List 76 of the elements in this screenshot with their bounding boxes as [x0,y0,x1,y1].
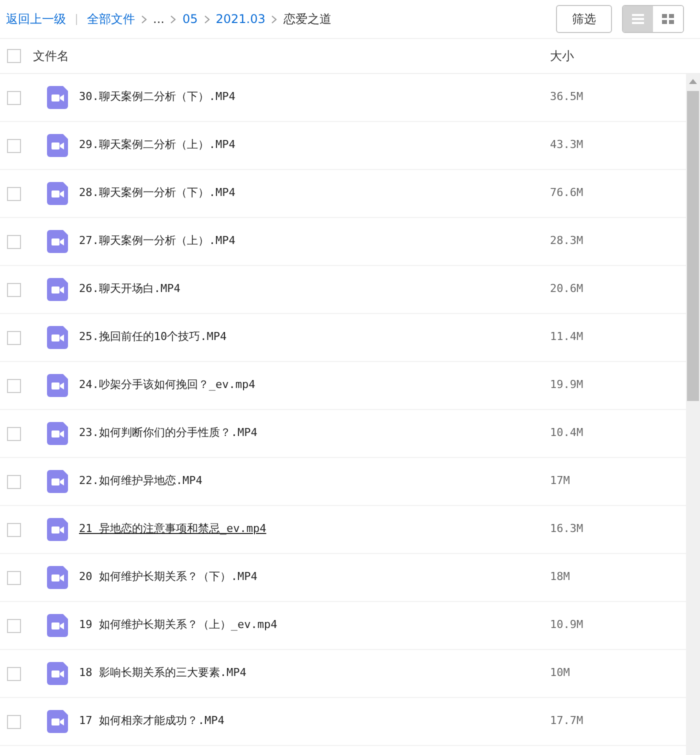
video-file-icon [47,374,68,397]
row-checkbox[interactable] [7,474,21,488]
file-size: 10M [550,665,570,682]
scrollbar-thumb[interactable] [687,91,699,401]
video-file-icon [47,326,68,349]
row-checkbox[interactable] [7,522,21,536]
file-name-link[interactable]: 29.聊天案例二分析（上）.MP4 [79,137,236,154]
file-size: 18M [550,569,570,586]
video-file-icon [47,422,68,445]
breadcrumb-ellipsis[interactable]: ... [153,10,164,28]
video-file-icon [47,134,68,157]
row-checkbox[interactable] [7,426,21,440]
file-name-link[interactable]: 26.聊天开场白.MP4 [79,281,180,298]
file-size: 17.7M [550,713,584,730]
row-checkbox[interactable] [7,570,21,584]
video-file-icon [47,278,68,301]
file-size: 10.9M [550,617,584,634]
row-checkbox[interactable] [7,666,21,680]
row-checkbox[interactable] [7,714,21,728]
video-file-icon [47,614,68,637]
file-size: 16.3M [550,521,584,538]
chevron-icon [170,14,176,24]
file-size: 28.3M [550,233,584,250]
file-name-link[interactable]: 22.如何维护异地恋.MP4 [79,473,202,490]
file-name-link[interactable]: 30.聊天案例二分析（下）.MP4 [79,89,236,106]
video-file-icon [47,230,68,253]
chevron-icon [271,14,278,24]
file-name-link[interactable]: 28.聊天案例一分析（下）.MP4 [79,185,236,202]
scroll-up-icon[interactable] [689,78,697,84]
file-size: 76.6M [550,185,584,202]
file-size: 43.3M [550,137,584,154]
file-name-link[interactable]: 21 异地恋的注意事项和禁忌_ev.mp4 [79,521,266,538]
column-header: 大小 [550,48,574,65]
video-file-icon [47,710,68,733]
row-checkbox[interactable] [7,330,21,344]
video-file-icon [47,662,68,685]
list-icon [632,14,644,24]
video-file-icon [47,518,68,541]
row-checkbox[interactable] [7,234,21,248]
file-size: 20.6M [550,281,584,298]
row-checkbox[interactable] [7,282,21,296]
breadcrumb-link[interactable]: 2021.03 [216,10,266,28]
video-file-icon [47,566,68,589]
file-size: 17M [550,473,570,490]
filter-button[interactable]: 筛选 [556,5,612,33]
chevron-icon [141,14,147,24]
file-name-link[interactable]: 18 影响长期关系的三大要素.MP4 [79,665,246,682]
column-header: 文件名 [33,48,69,65]
file-size: 36.5M [550,89,584,106]
video-file-icon [47,470,68,493]
chevron-icon [204,14,210,24]
row-checkbox[interactable] [7,618,21,632]
file-name-link[interactable]: 17 如何相亲才能成功？.MP4 [79,713,224,730]
file-size: 11.4M [550,329,584,346]
row-checkbox[interactable] [7,138,21,152]
current-folder: 恋爱之道 [283,11,332,28]
breadcrumb-link[interactable]: 05 [182,10,198,28]
grid-icon [662,14,674,24]
row-checkbox[interactable] [7,378,21,392]
row-checkbox[interactable] [7,186,21,200]
video-file-icon [47,182,68,205]
file-size: 10.4M [550,425,584,442]
list-view-button[interactable] [623,6,653,32]
file-size: 19.9M [550,377,584,394]
back-link[interactable]: 返回上一级 [6,10,66,28]
file-name-link[interactable]: 25.挽回前任的10个技巧.MP4 [79,329,227,346]
file-name-link[interactable]: 20 如何维护长期关系？（下）.MP4 [79,569,258,586]
file-name-link[interactable]: 24.吵架分手该如何挽回？_ev.mp4 [79,377,256,394]
video-file-icon [47,86,68,109]
scrollbar[interactable] [686,74,700,755]
file-name-link[interactable]: 27.聊天案例一分析（上）.MP4 [79,233,236,250]
select-all-checkbox[interactable] [7,49,21,63]
breadcrumb-link[interactable]: 全部文件 [87,10,135,28]
row-checkbox[interactable] [7,90,21,104]
file-name-link[interactable]: 23.如何判断你们的分手性质？.MP4 [79,425,258,442]
file-name-link[interactable]: 19 如何维护长期关系？（上）_ev.mp4 [79,617,278,634]
